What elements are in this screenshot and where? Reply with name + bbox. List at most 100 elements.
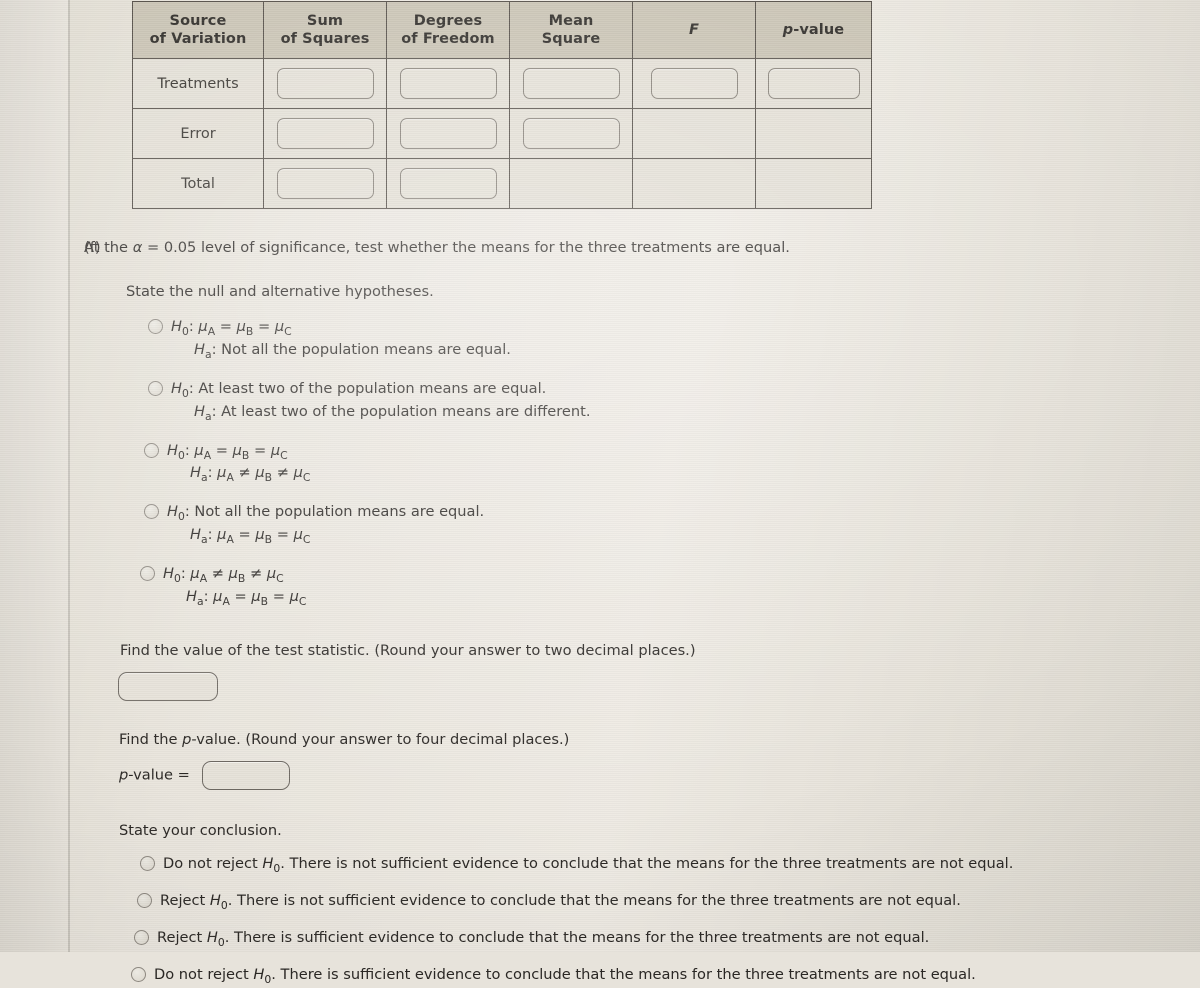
input-error-ms[interactable] <box>522 118 620 149</box>
hypothesis-option-4[interactable]: H0: Not all the population means are equ… <box>0 502 1200 548</box>
hypothesis-2-alt: Ha: At least two of the population means… <box>194 402 591 423</box>
header-degrees-of-freedom: Degrees of Freedom <box>386 1 510 59</box>
hypothesis-option-2-text: H0: At least two of the population means… <box>171 379 591 425</box>
p-value-prompt-post: -value. (Round your answer to four decim… <box>191 731 570 749</box>
header-p-value: p-value <box>755 1 872 59</box>
conclusion-3-sub: 0 <box>217 935 225 949</box>
conclusion-3-lead: Reject <box>157 929 207 946</box>
hypothesis-option-5[interactable]: H0: μA ≠ μB ≠ μC Ha: μA = μB = μC <box>0 564 1200 610</box>
conclusion-option-1-text: Do not reject H0. There is not sufficien… <box>163 854 1013 877</box>
input-error-ss[interactable] <box>276 118 374 149</box>
p-value-prompt-pre: Find the <box>119 731 183 749</box>
question-stem-row: (f) At the α = 0.05 level of significanc… <box>0 238 1200 258</box>
anova-table-body: Treatments Error Total <box>132 58 872 209</box>
radio-conclusion-4[interactable] <box>131 966 146 982</box>
cell-total-mean-square-empty <box>509 158 633 209</box>
input-treatments-ss[interactable] <box>276 68 374 99</box>
question-f-block: (f) At the α = 0.05 level of significanc… <box>0 238 1200 988</box>
p-value-label-post: -value = <box>128 766 190 784</box>
conclusion-4-lead: Do not reject <box>154 965 254 983</box>
stem-text-pre: At the <box>84 239 133 256</box>
radio-hypothesis-4[interactable] <box>144 504 159 520</box>
p-value-label-italic: p <box>119 766 129 784</box>
header-sum-of-squares: Sum of Squares <box>263 1 387 59</box>
conclusion-4-sub: 0 <box>264 972 272 986</box>
anova-table-header: Source of Variation Sum of Squares Degre… <box>132 1 872 59</box>
cell-treatments-p-value[interactable] <box>755 58 872 109</box>
hypotheses-prompt: State the null and alternative hypothese… <box>126 282 434 300</box>
radio-conclusion-3[interactable] <box>134 930 149 945</box>
conclusion-option-3-text: Reject H0. There is sufficient evidence … <box>157 928 929 951</box>
hypothesis-option-4-text: H0: Not all the population means are equ… <box>167 502 484 548</box>
conclusion-option-2-text: Reject H0. There is not sufficient evide… <box>160 891 961 914</box>
header-line-1: p-value <box>782 21 845 38</box>
table-row-treatments: Treatments <box>132 58 872 109</box>
conclusion-4-rest: . There is sufficient evidence to conclu… <box>271 965 976 983</box>
conclusion-2-sub: 0 <box>220 899 228 913</box>
conclusion-option-3[interactable]: Reject H0. There is sufficient evidence … <box>0 928 1200 951</box>
input-treatments-df[interactable] <box>399 68 497 99</box>
conclusion-option-4-text: Do not reject H0. There is sufficient ev… <box>154 965 976 988</box>
question-stem: At the α = 0.05 level of significance, t… <box>84 238 1200 258</box>
cell-error-mean-square[interactable] <box>509 108 633 159</box>
conclusion-option-2[interactable]: Reject H0. There is not sufficient evide… <box>0 891 1200 914</box>
input-treatments-ms[interactable] <box>522 68 620 99</box>
conclusion-3-hyp: H <box>206 929 218 946</box>
cell-treatments-sum-of-squares[interactable] <box>263 58 387 109</box>
p-value-input[interactable] <box>201 760 290 790</box>
header-line-1: Source <box>169 12 227 29</box>
conclusion-4-hyp: H <box>253 965 265 983</box>
hypothesis-5-null: H0: μA ≠ μB ≠ μC <box>163 564 284 585</box>
input-total-ss[interactable] <box>276 168 374 199</box>
radio-hypothesis-3[interactable] <box>144 442 159 458</box>
test-statistic-input[interactable] <box>118 672 218 702</box>
table-header-row: Source of Variation Sum of Squares Degre… <box>132 1 872 59</box>
hypothesis-3-alt: Ha: μA ≠ μB ≠ μC <box>190 464 311 485</box>
header-line-1: Degrees <box>413 12 483 29</box>
header-line-2: of Variation <box>149 31 247 47</box>
conclusion-option-4[interactable]: Do not reject H0. There is sufficient ev… <box>0 965 1200 988</box>
conclusion-1-lead: Do not reject <box>163 855 263 873</box>
row-label-total: Total <box>132 158 264 209</box>
hypothesis-option-1[interactable]: H0: μA = μB = μC Ha: Not all the populat… <box>0 317 1200 363</box>
radio-conclusion-1[interactable] <box>140 856 155 872</box>
hypothesis-option-2[interactable]: H0: At least two of the population means… <box>0 379 1200 425</box>
alpha-symbol: α <box>132 239 143 256</box>
anova-table-container: Source of Variation Sum of Squares Degre… <box>132 1 872 209</box>
header-line-2: of Freedom <box>401 31 495 47</box>
hypothesis-2-null: H0: At least two of the population means… <box>171 379 547 400</box>
cell-error-sum-of-squares[interactable] <box>263 108 387 159</box>
cell-treatments-mean-square[interactable] <box>509 58 633 109</box>
hypothesis-3-null: H0: μA = μB = μC <box>167 441 288 462</box>
row-label-treatments: Treatments <box>132 58 264 109</box>
cell-error-degrees-of-freedom[interactable] <box>386 108 510 159</box>
conclusion-1-hyp: H <box>262 855 274 873</box>
input-treatments-f[interactable] <box>650 68 738 99</box>
input-treatments-p[interactable] <box>767 68 860 99</box>
table-row-total: Total <box>132 158 872 209</box>
conclusion-prompt: State your conclusion. <box>119 821 282 839</box>
cell-total-degrees-of-freedom[interactable] <box>386 158 510 209</box>
conclusion-option-1[interactable]: Do not reject H0. There is not sufficien… <box>0 854 1200 877</box>
conclusion-3-rest: . There is sufficient evidence to conclu… <box>224 929 930 946</box>
conclusion-2-lead: Reject <box>160 892 210 910</box>
radio-hypothesis-1[interactable] <box>148 319 163 335</box>
radio-hypothesis-5[interactable] <box>140 565 155 581</box>
header-f: F <box>632 1 756 59</box>
cell-total-sum-of-squares[interactable] <box>263 158 387 209</box>
hypothesis-1-alt: Ha: Not all the population means are equ… <box>194 341 511 362</box>
cell-error-p-value-empty <box>755 108 872 159</box>
radio-hypothesis-2[interactable] <box>148 380 163 396</box>
stem-text-post: = 0.05 level of significance, test wheth… <box>142 239 790 256</box>
conclusion-2-hyp: H <box>209 892 221 910</box>
hypothesis-4-null: H0: Not all the population means are equ… <box>167 503 485 524</box>
hypothesis-option-3[interactable]: H0: μA = μB = μC Ha: μA ≠ μB ≠ μC <box>0 441 1200 487</box>
input-total-df[interactable] <box>399 168 497 199</box>
input-error-df[interactable] <box>399 118 497 149</box>
radio-conclusion-2[interactable] <box>137 893 152 909</box>
anova-table: Source of Variation Sum of Squares Degre… <box>132 1 872 209</box>
cell-treatments-degrees-of-freedom[interactable] <box>386 58 510 109</box>
header-mean-square: Mean Square <box>509 1 633 59</box>
hypothesis-4-alt: Ha: μA = μB = μC <box>190 525 311 546</box>
cell-treatments-f[interactable] <box>632 58 756 109</box>
